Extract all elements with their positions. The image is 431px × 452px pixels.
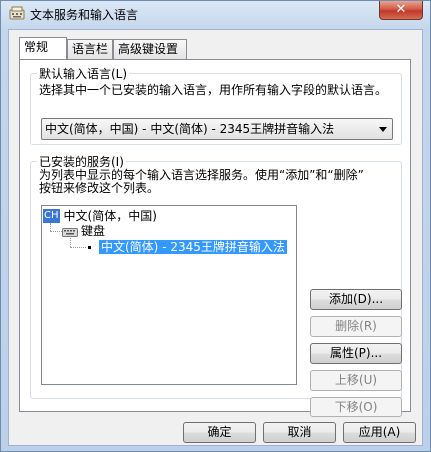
window-title: 文本服务和输入语言 (30, 8, 139, 22)
remove-button[interactable]: 删除(R) (310, 316, 402, 337)
tab-general-label: 常规 (24, 40, 49, 54)
tree-item-keyboard[interactable]: 键盘 (62, 223, 105, 239)
default-language-description: 选择其中一个已安装的输入语言，用作所有输入字段的默认语言。 (39, 83, 388, 97)
close-icon: ✕ (395, 2, 407, 17)
tree-language-label: 中文(简体，中国) (63, 209, 157, 223)
tree-item-service[interactable]: 中文(简体) - 2345王牌拼音输入法 (88, 239, 287, 255)
move-up-button[interactable]: 上移(U) (310, 370, 402, 391)
properties-button[interactable]: 属性(P)... (310, 343, 402, 364)
apply-button[interactable]: 应用(A) (343, 422, 416, 443)
title-bar[interactable]: 文本服务和输入语言 ✕ (1, 1, 430, 27)
move-down-button[interactable]: 下移(O) (310, 397, 402, 417)
add-button[interactable]: 添加(D)... (310, 289, 402, 310)
close-button[interactable]: ✕ (379, 1, 423, 20)
tree-connector (50, 223, 51, 231)
default-language-select[interactable]: 中文(简体，中国) - 中文(简体) - 2345王牌拼音输入法 (41, 118, 393, 140)
dialog-client-area: 常规 语言栏 高级键设置 默认输入语言(L) 选择其中一个已安装的输入语言，用作… (8, 29, 423, 446)
default-language-group-title: 默认输入语言(L) (37, 65, 130, 82)
dialog-window: 文本服务和输入语言 ✕ 常规 语言栏 高级键设置 默认输入语言(L) 选择其中一… (0, 0, 431, 452)
default-language-selected-value: 中文(简体，中国) - 中文(简体) - 2345王牌拼音输入法 (45, 122, 335, 136)
keyboard-settings-icon (9, 6, 25, 20)
tab-general[interactable]: 常规 (19, 37, 67, 59)
tree-keyboard-label: 键盘 (81, 224, 106, 238)
tab-language-bar-label: 语言栏 (72, 42, 109, 56)
tree-connector (70, 247, 86, 248)
cancel-button[interactable]: 取消 (263, 422, 336, 443)
bullet-icon (88, 246, 91, 249)
tree-connector (50, 231, 62, 232)
installed-services-tree[interactable]: CH 中文(简体，中国) 键盘 中文(简体) - 2345王牌拼音输入法 (41, 205, 297, 385)
tab-panel-general: 默认输入语言(L) 选择其中一个已安装的输入语言，用作所有输入字段的默认语言。 … (19, 59, 411, 417)
tab-advanced-key-settings[interactable]: 高级键设置 (113, 39, 187, 59)
chevron-down-icon (379, 127, 387, 132)
tree-service-label: 中文(简体) - 2345王牌拼音输入法 (99, 240, 287, 254)
installed-services-description-line2: 按钮来修改这个列表。 (39, 181, 160, 195)
tree-connector (70, 236, 71, 247)
ok-button[interactable]: 确定 (183, 422, 256, 443)
tree-item-language[interactable]: CH 中文(简体，中国) (43, 208, 157, 224)
tab-language-bar[interactable]: 语言栏 (67, 39, 113, 59)
language-badge: CH (43, 209, 60, 223)
tab-advanced-label: 高级键设置 (118, 42, 179, 56)
